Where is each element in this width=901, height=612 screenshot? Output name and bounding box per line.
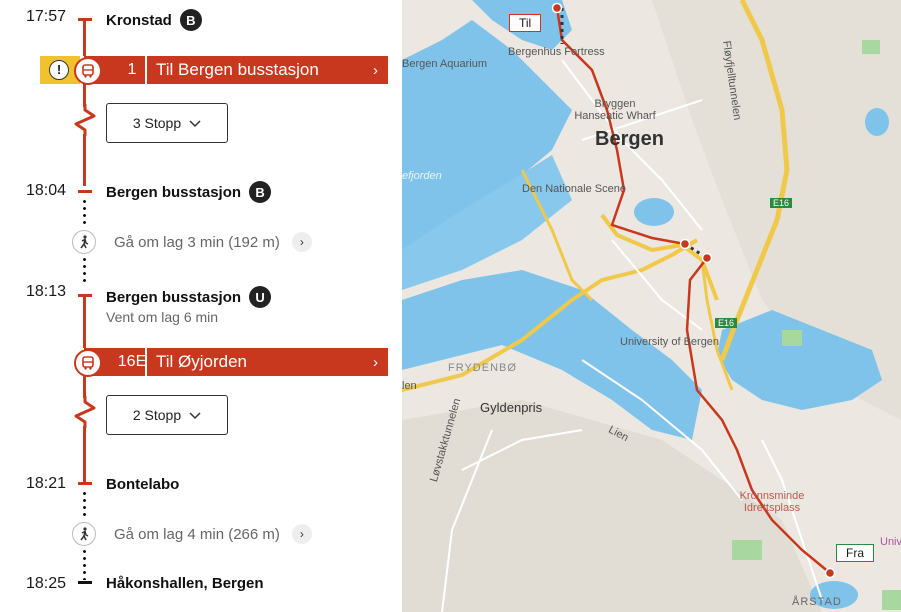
walk-line [83, 490, 86, 520]
map-area-label: Gyldenpris [480, 400, 543, 415]
e16-shield: E16 [770, 198, 793, 208]
stop-name-text: Kronstad [106, 11, 172, 29]
map-street-label: len [402, 380, 417, 392]
stop-name: Bergen busstasjon B [106, 181, 272, 203]
chevron-right-icon[interactable]: › [291, 232, 312, 252]
stop-time: 17:57 [25, 8, 66, 25]
route-destination: Til Øyjorden [156, 352, 248, 371]
chevron-right-icon: › [373, 62, 378, 79]
walk-segment[interactable]: Gå om lag 3 min (192 m) › [72, 229, 312, 255]
destination-callout: Til [509, 14, 542, 32]
stop-time: 18:13 [25, 283, 66, 300]
route-destination: Til Bergen busstasjon [156, 60, 319, 79]
zigzag-break-icon [74, 104, 96, 136]
platform-badge: B [249, 181, 272, 203]
route-divider [145, 56, 147, 84]
walking-person-icon [72, 230, 96, 254]
chevron-down-icon [189, 407, 201, 423]
e16-shield: E16 [715, 318, 738, 328]
map-area-label: FRYDENBØ [448, 362, 517, 374]
walking-person-icon [72, 522, 96, 546]
map-poi-label: Bergen Aquarium [402, 58, 487, 70]
route-number: 16E [117, 353, 147, 370]
stop-time: 18:04 [25, 182, 66, 199]
stop-name-text: Bergen busstasjon [106, 288, 242, 306]
map-poi-label: Bergenhus Fortress [508, 46, 605, 58]
stop-time: 18:21 [25, 475, 66, 492]
itinerary-panel: 17:57 Kronstad B ! 1 Til Bergen busstasj… [0, 0, 402, 612]
map-canvas[interactable] [402, 0, 901, 612]
map-poi-label: Kronnsminde Idrettsplass [739, 490, 805, 514]
route-line [83, 426, 86, 482]
map-area-label: ÅRSTAD [792, 596, 842, 608]
zigzag-break-icon [74, 396, 96, 428]
origin-callout: Fra [836, 544, 874, 562]
bus-icon [74, 57, 102, 85]
stop-name: Bontelabo [106, 476, 179, 493]
walk-line [83, 198, 86, 228]
route-leg-1[interactable]: 1 Til Bergen busstasjon › [74, 56, 388, 85]
walk-duration: Gå om lag 4 min (266 m) [114, 525, 280, 543]
stop-name: Kronstad B [106, 9, 202, 31]
expand-stops-button[interactable]: 3 Stopp [106, 103, 228, 143]
route-number: 1 [127, 61, 137, 78]
map-water-label: efjorden [402, 170, 442, 182]
map-poi-label: Univ [880, 536, 901, 548]
wait-time: Vent om lag 6 min [106, 309, 219, 325]
map-poi-label: Bryggen Hanseatic Wharf [574, 98, 656, 122]
bus-icon [74, 349, 102, 377]
route-leg-2[interactable]: 16E Til Øyjorden › [74, 348, 388, 377]
map-city-label: Bergen [595, 128, 664, 150]
walk-segment[interactable]: Gå om lag 4 min (266 m) › [72, 521, 312, 547]
stop-name: Bergen busstasjon U [106, 286, 272, 308]
walk-line [83, 548, 86, 580]
map-poi-label: University of Bergen [620, 336, 720, 348]
stop-name-text: Bontelabo [106, 476, 180, 493]
stop-name: Håkonshallen, Bergen [106, 575, 264, 592]
stop-time: 18:25 [25, 575, 66, 592]
stops-count: 3 Stopp [132, 115, 182, 131]
platform-badge: B [179, 9, 202, 31]
route-divider [145, 348, 147, 376]
chevron-right-icon: › [373, 354, 378, 371]
stop-name-text: Bergen busstasjon [106, 183, 242, 201]
platform-badge: U [249, 286, 272, 308]
stop-marker [78, 581, 92, 584]
warning-icon: ! [49, 60, 69, 80]
chevron-right-icon[interactable]: › [291, 524, 312, 544]
chevron-down-icon [189, 115, 201, 131]
route-line [83, 376, 86, 398]
stop-name-text: Håkonshallen, Bergen [106, 575, 264, 592]
walk-duration: Gå om lag 3 min (192 m) [114, 233, 280, 251]
stop-marker [78, 190, 92, 193]
route-line [83, 20, 86, 56]
walk-line [83, 256, 86, 286]
route-line [83, 296, 86, 348]
map-poi-label: Den Nationale Scene [522, 183, 626, 195]
expand-stops-button[interactable]: 2 Stopp [106, 395, 228, 435]
route-map[interactable]: Bergen Bergen Aquarium Bergenhus Fortres… [402, 0, 901, 612]
stops-count: 2 Stopp [132, 407, 182, 423]
stop-marker [78, 482, 92, 485]
route-line [83, 134, 86, 186]
